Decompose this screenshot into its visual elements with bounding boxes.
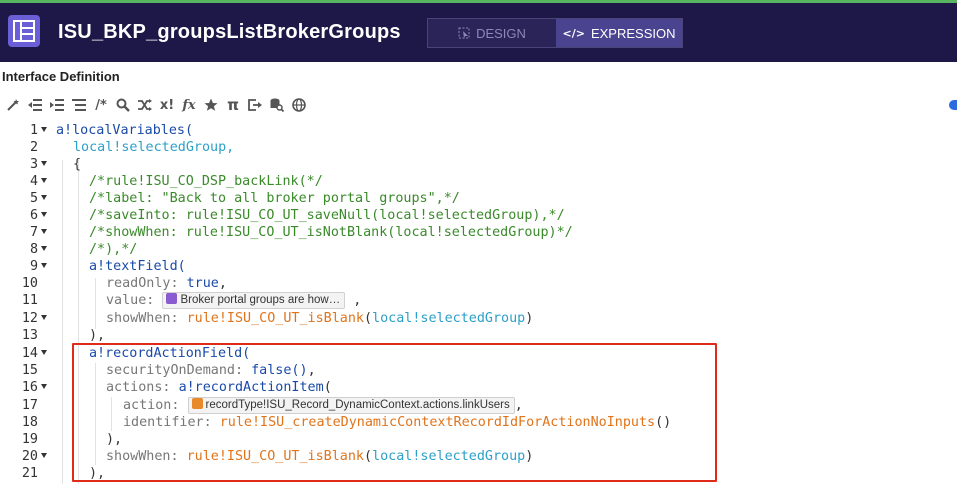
code-line: 4 /*rule!ISU_CO_DSP_backLink(*/ [0,173,957,190]
code-token: value: [106,293,155,308]
fold-arrow-icon[interactable] [41,195,47,200]
code-line: 11 value: Broker portal groups are how… … [0,292,957,309]
magic-wand-icon[interactable] [2,94,24,116]
line-number: 13 [21,328,38,343]
code-line: 6 /*saveInto: rule!ISU_CO_UT_saveNull(lo… [0,207,957,224]
line-number: 12 [21,311,38,326]
design-mode-button[interactable]: DESIGN [428,19,556,47]
line-number: 11 [21,293,38,308]
line-number: 3 [29,157,38,172]
line-number: 16 [21,380,38,395]
fold-arrow-icon[interactable] [41,263,47,268]
code-token: local!selectedGroup [372,311,526,326]
outdent-icon[interactable] [24,94,46,116]
shuffle-icon[interactable] [134,94,156,116]
code-token: rule!ISU_CO_UT_isBlank [186,311,364,326]
code-line: 10 readOnly: true, [0,275,957,292]
fold-arrow-icon[interactable] [41,212,47,217]
token-label: Broker portal groups are how… [180,294,341,306]
fold-arrow-icon[interactable] [41,161,47,166]
line-number: 4 [29,174,38,189]
line-number: 19 [21,432,38,447]
expression-mode-label: EXPRESSION [590,25,676,41]
comment-toggle-icon[interactable]: /* [90,94,112,116]
text-value-token[interactable]: Broker portal groups are how… [162,292,346,309]
line-number: 7 [29,225,38,240]
line-number: 14 [21,346,38,361]
indicator-dot [949,100,957,110]
line-number: 21 [21,466,38,481]
code-line: 7 /*showWhen: rule!ISU_CO_UT_isNotBlank(… [0,224,957,241]
fx-icon[interactable]: fx [178,94,200,116]
search-icon[interactable] [112,94,134,116]
code-line: 8 /*),*/ [0,241,957,258]
fold-arrow-icon[interactable] [41,384,47,389]
code-token: true [186,276,219,291]
fold-arrow-icon[interactable] [41,229,47,234]
mode-toggle: DESIGN </> EXPRESSION [427,18,683,48]
globe-icon[interactable] [288,94,310,116]
code-line: 9 a!textField( [0,258,957,275]
line-number: 2 [29,140,38,155]
line-number: 1 [29,123,38,138]
app-header: ISU_BKP_groupsListBrokerGroups DESIGN </… [0,0,957,62]
pi-icon[interactable]: π [222,94,244,116]
code-line: 12 showWhen: rule!ISU_CO_UT_isBlank(loca… [0,310,957,327]
code-token: readOnly: [106,276,179,291]
code-line: 3 { [0,156,957,173]
line-number: 9 [29,259,38,274]
code-line: 1 a!localVariables( [0,122,957,139]
fold-arrow-icon[interactable] [41,178,47,183]
code-token: /*showWhen: rule!ISU_CO_UT_isNotBlank(lo… [89,225,573,240]
highlight-box [72,343,717,482]
code-token: showWhen: [106,311,179,326]
fold-arrow-icon[interactable] [41,453,47,458]
code-line: 2 local!selectedGroup, [0,139,957,156]
code-token: a!localVariables( [56,123,194,138]
editor-toolbar: /* x! fx π [0,91,957,119]
expression-mode-button[interactable]: </> EXPRESSION [556,19,682,47]
code-token: /*saveInto: rule!ISU_CO_UT_saveNull(loca… [89,208,565,223]
code-line: 5 /*label: "Back to all broker portal gr… [0,190,957,207]
star-icon[interactable] [200,94,222,116]
code-icon: </> [562,26,585,40]
fold-arrow-icon[interactable] [41,127,47,132]
database-search-icon[interactable] [266,94,288,116]
line-number: 15 [21,363,38,378]
fold-arrow-icon[interactable] [41,350,47,355]
fold-arrow-icon[interactable] [41,246,47,251]
fold-arrow-icon[interactable] [41,315,47,320]
code-token: local!selectedGroup, [73,140,235,155]
design-icon [458,27,470,39]
line-number: 18 [21,415,38,430]
line-number: 5 [29,191,38,206]
page-title: ISU_BKP_groupsListBrokerGroups [58,21,401,43]
line-number: 8 [29,242,38,257]
list-icon[interactable] [68,94,90,116]
code-token: /*),*/ [89,242,138,257]
line-number: 20 [21,449,38,464]
indent-icon[interactable] [46,94,68,116]
code-token: ), [89,328,106,343]
export-icon[interactable] [244,94,266,116]
code-token: /*label: "Back to all broker portal grou… [89,191,460,206]
design-mode-label: DESIGN [476,25,526,41]
line-number: 10 [21,276,38,291]
line-number: 17 [21,398,38,413]
code-token: /*rule!ISU_CO_DSP_backLink(*/ [89,174,323,189]
code-token: { [73,157,82,172]
interface-icon [8,15,40,47]
code-line: 13 ), [0,327,957,344]
x-function-icon[interactable]: x! [156,94,178,116]
section-label: Interface Definition [2,69,120,84]
code-token: a!textField( [89,259,186,274]
line-number: 6 [29,208,38,223]
text-token-icon [166,293,178,304]
